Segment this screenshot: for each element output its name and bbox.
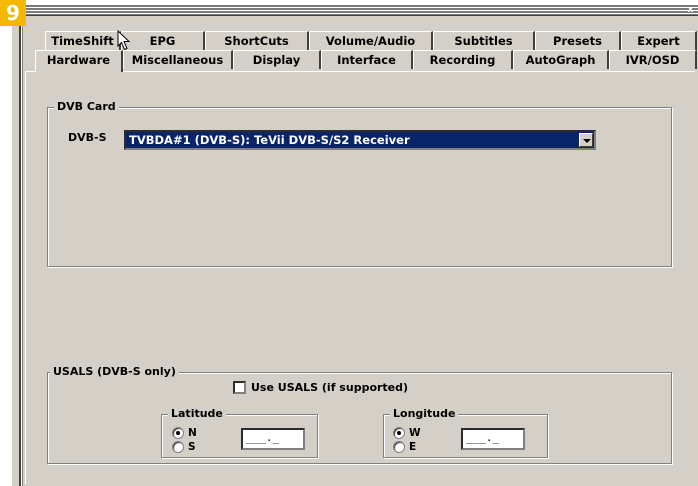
tab-timeshift[interactable]: TimeShift xyxy=(45,31,121,50)
latitude-n-radio[interactable] xyxy=(172,427,184,439)
tab-interface[interactable]: Interface xyxy=(321,50,413,69)
chevron-down-icon[interactable] xyxy=(579,133,593,147)
latitude-s-label: S xyxy=(188,441,196,453)
longitude-e-label: E xyxy=(409,441,417,453)
mouse-pointer-icon xyxy=(117,30,131,51)
tab-display[interactable]: Display xyxy=(233,50,321,69)
tab-presets[interactable]: Presets xyxy=(535,31,621,50)
dvbs-device-select[interactable]: TVBDA#1 (DVB-S): TeVii DVB-S/S2 Receiver xyxy=(124,130,596,150)
longitude-e-radio[interactable] xyxy=(393,441,405,453)
latitude-group-title: Latitude xyxy=(168,407,226,421)
dvb-card-group-title: DVB Card xyxy=(54,100,119,114)
close-icon[interactable]: x xyxy=(685,5,696,15)
tab-ivr-osd[interactable]: IVR/OSD xyxy=(609,50,697,69)
tab-subtitles[interactable]: Subtitles xyxy=(433,31,535,50)
title-bar[interactable]: x xyxy=(23,4,698,16)
step-number-badge: 9 xyxy=(0,0,26,26)
tab-miscellaneous[interactable]: Miscellaneous xyxy=(123,50,233,69)
tab-expert[interactable]: Expert xyxy=(621,31,697,50)
use-usals-checkbox[interactable] xyxy=(233,381,246,394)
tab-epg[interactable]: EPG xyxy=(121,31,205,50)
dvbs-selected-value: TVBDA#1 (DVB-S): TeVii DVB-S/S2 Receiver xyxy=(129,133,410,147)
longitude-input[interactable]: ___._ xyxy=(461,428,525,450)
longitude-w-label: W xyxy=(409,427,421,439)
tab-recording[interactable]: Recording xyxy=(413,50,513,69)
tab-volume-audio[interactable]: Volume/Audio xyxy=(309,31,433,50)
use-usals-label: Use USALS (if supported) xyxy=(251,381,409,394)
latitude-s-radio[interactable] xyxy=(172,441,184,453)
latitude-n-label: N xyxy=(188,427,197,439)
longitude-group-title: Longitude xyxy=(390,407,459,421)
tab-hardware[interactable]: Hardware xyxy=(35,50,123,72)
tab-shortcuts[interactable]: ShortCuts xyxy=(205,31,309,50)
usals-group-title: USALS (DVB-S only) xyxy=(50,365,179,379)
longitude-w-radio[interactable] xyxy=(393,427,405,439)
latitude-input[interactable]: ___._ xyxy=(241,428,305,450)
window-left-border xyxy=(11,8,21,486)
dvbs-label: DVB-S xyxy=(68,131,107,144)
tab-autograph[interactable]: AutoGraph xyxy=(513,50,609,69)
